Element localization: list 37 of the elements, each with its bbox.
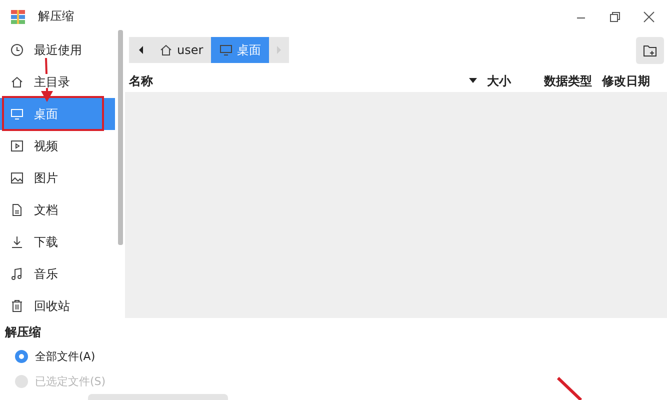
clock-icon bbox=[10, 43, 24, 57]
sidebar-item[interactable]: 主目录 bbox=[0, 66, 115, 98]
monitor-icon bbox=[219, 43, 234, 57]
sidebar-item[interactable]: 最近使用 bbox=[0, 34, 115, 66]
breadcrumb-item[interactable]: user bbox=[151, 37, 212, 63]
document-icon bbox=[10, 203, 24, 217]
scrollbar[interactable] bbox=[118, 30, 123, 245]
new-folder-icon bbox=[643, 44, 657, 56]
column-header[interactable]: 修改日期 bbox=[602, 72, 650, 90]
restore-icon[interactable] bbox=[609, 10, 621, 22]
home-icon bbox=[159, 43, 173, 57]
radio-button[interactable] bbox=[15, 350, 28, 363]
sidebar-item[interactable]: 音乐 bbox=[0, 258, 115, 290]
new-folder-button[interactable] bbox=[636, 37, 664, 64]
sidebar-item[interactable]: 文档 bbox=[0, 194, 115, 226]
home-icon bbox=[10, 75, 24, 89]
download-icon bbox=[10, 235, 24, 249]
video-icon bbox=[10, 139, 24, 153]
close-icon[interactable] bbox=[643, 10, 655, 22]
sort-arrow-icon[interactable] bbox=[469, 78, 477, 84]
music-icon bbox=[10, 267, 24, 281]
column-header[interactable]: 名称 bbox=[129, 72, 153, 90]
image-icon bbox=[10, 171, 24, 185]
monitor-icon bbox=[10, 107, 24, 121]
trash-icon bbox=[10, 299, 24, 313]
sidebar-item[interactable]: 回收站 bbox=[0, 290, 115, 322]
section-title: 解压缩 bbox=[5, 324, 42, 341]
sidebar-item[interactable]: 图片 bbox=[0, 162, 115, 194]
sidebar-item[interactable]: 下载 bbox=[0, 226, 115, 258]
app-logo-icon bbox=[10, 8, 26, 24]
column-header[interactable]: 数据类型 bbox=[544, 72, 592, 90]
window-title: 解压缩 bbox=[38, 8, 74, 25]
option-label: 全部文件(A) bbox=[35, 349, 96, 364]
column-header[interactable]: 大小 bbox=[487, 72, 511, 90]
back-arrow-icon[interactable] bbox=[137, 45, 145, 55]
sidebar-item[interactable]: 视频 bbox=[0, 130, 115, 162]
option-label: 已选定文件(S) bbox=[35, 374, 106, 389]
